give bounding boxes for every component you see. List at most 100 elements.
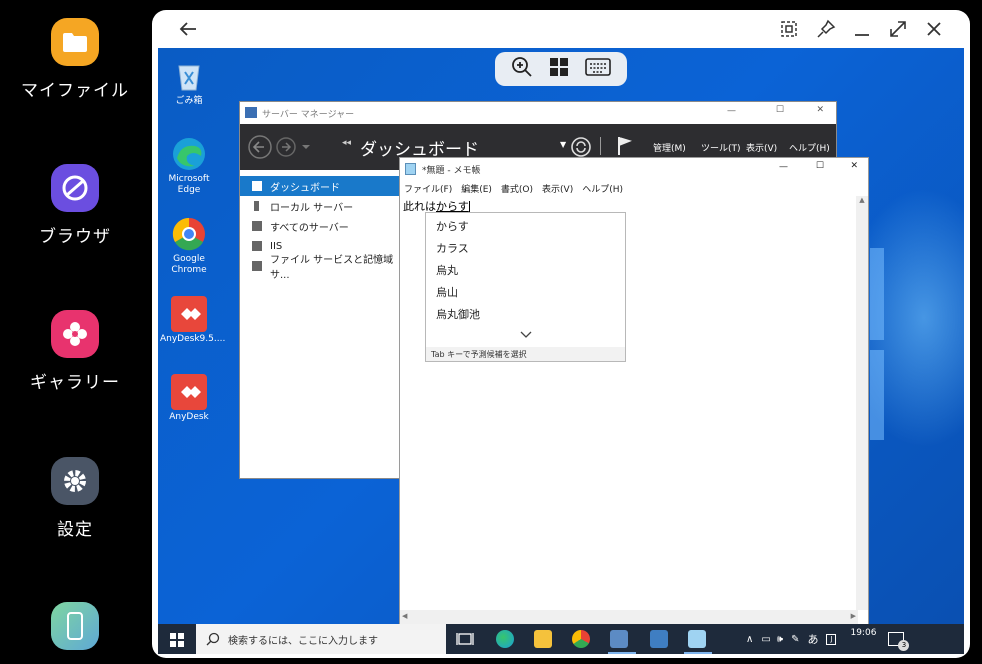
dock-app-settings[interactable]: 設定 <box>0 457 150 540</box>
volume-icon[interactable]: 🕪 <box>777 634 783 645</box>
file-explorer-icon[interactable] <box>534 630 552 648</box>
task-view-icon[interactable] <box>456 630 474 648</box>
wallpaper-logo-pane <box>870 248 884 340</box>
network-icon[interactable]: ▭ <box>761 634 770 645</box>
desktop-icon-recycle-bin[interactable]: ごみ箱 <box>160 58 218 107</box>
ime-candidate[interactable]: 烏丸御池 <box>426 303 625 325</box>
edge-icon[interactable] <box>496 630 514 648</box>
dock-label-my-files: マイファイル <box>21 81 129 101</box>
desktop-icon-label: Google Chrome <box>171 254 207 275</box>
anydesk-taskbar-icon[interactable] <box>650 630 668 648</box>
dashboard-icon <box>252 181 262 191</box>
desktop-icon-chrome[interactable]: Google Chrome <box>160 216 218 276</box>
start-icon[interactable] <box>170 632 184 651</box>
refresh-icon[interactable] <box>570 136 592 158</box>
menu-manage[interactable]: 管理(M) <box>653 141 686 154</box>
notification-center-icon[interactable]: 3 <box>888 632 910 651</box>
dock-app-phone[interactable] <box>0 602 150 650</box>
sidebar-item-file-services[interactable]: ファイル サービスと記憶域サ... <box>240 255 402 281</box>
frame-title-bar <box>152 10 970 48</box>
remote-desktop[interactable]: ごみ箱 Microsoft Edge Google Chrome AnyDesk… <box>158 48 964 654</box>
ime-mode-indicator[interactable]: あ <box>807 631 818 647</box>
notepad-title: *無題 - メモ帳 <box>422 165 481 176</box>
dropdown-arrow-icon[interactable]: ▼ <box>560 140 566 149</box>
taskbar-search-box[interactable]: 検索するには、ここに入力します <box>196 624 446 654</box>
maximize-icon[interactable]: ☐ <box>776 105 784 115</box>
menu-file[interactable]: ファイル(F) <box>404 182 452 195</box>
menu-help[interactable]: ヘルプ(H) <box>582 182 623 195</box>
search-placeholder: 検索するには、ここに入力します <box>228 635 378 647</box>
dock-label-gallery: ギャラリー <box>30 373 120 393</box>
notepad-icon[interactable] <box>688 630 706 648</box>
nav-back-forward-icon[interactable] <box>248 135 318 159</box>
ime-candidate[interactable]: カラス <box>426 237 625 259</box>
menu-tools[interactable]: ツール(T) <box>701 141 741 154</box>
ime-candidate[interactable]: 烏丸 <box>426 259 625 281</box>
host-dock: マイファイル ブラウザ ギャラリー 設定 <box>0 0 150 664</box>
ime-candidate[interactable]: からす <box>426 215 625 237</box>
recycle-bin-icon <box>171 58 207 94</box>
desktop-icon-edge[interactable]: Microsoft Edge <box>160 136 218 196</box>
server-manager-titlebar[interactable]: サーバー マネージャー — ☐ ✕ <box>240 102 836 124</box>
ime-candidate[interactable]: 烏山 <box>426 281 625 303</box>
close-icon[interactable] <box>922 17 946 41</box>
minimize-icon[interactable] <box>850 17 874 41</box>
dock-app-my-files[interactable]: マイファイル <box>0 18 150 101</box>
phone-icon <box>51 602 99 650</box>
notepad-window[interactable]: *無題 - メモ帳 — ☐ ✕ ファイル(F) 編集(E) 書式(O) 表示(V… <box>399 157 869 625</box>
minimize-icon[interactable]: — <box>727 106 736 116</box>
clock-time[interactable]: 19:06 <box>850 628 876 638</box>
windows-icon[interactable] <box>549 57 569 81</box>
screenshot-icon[interactable] <box>777 17 801 41</box>
close-icon[interactable]: ✕ <box>850 161 858 171</box>
menu-help[interactable]: ヘルプ(H) <box>789 141 830 154</box>
maximize-icon[interactable]: ☐ <box>816 161 824 171</box>
dock-app-gallery[interactable]: ギャラリー <box>0 310 150 393</box>
sidebar-item-all-servers[interactable]: すべてのサーバー <box>240 216 402 236</box>
minimize-icon[interactable]: — <box>779 162 788 172</box>
pin-icon[interactable] <box>814 17 838 41</box>
desktop-icon-anydesk-installer[interactable]: AnyDesk9.5.... <box>160 296 225 345</box>
zoom-in-icon[interactable] <box>511 56 533 82</box>
menu-view[interactable]: 表示(V) <box>746 141 777 154</box>
sidebar-item-dashboard[interactable]: ダッシュボード <box>240 176 402 196</box>
show-hidden-icons-icon[interactable]: ∧ <box>746 634 753 645</box>
desktop-icon-label: ごみ箱 <box>175 96 203 106</box>
pen-icon[interactable]: ✎ <box>791 634 799 645</box>
settings-icon <box>51 457 99 505</box>
anydesk-icon <box>171 296 207 332</box>
desktop-icon-anydesk[interactable]: AnyDesk <box>160 374 218 423</box>
taskbar: 検索するには、ここに入力します ∧ ▭ 🕪 ✎ あ J 19:06 3 <box>158 624 964 654</box>
keyboard-icon[interactable] <box>585 58 611 80</box>
chrome-icon[interactable] <box>572 630 590 648</box>
notepad-titlebar[interactable]: *無題 - メモ帳 — ☐ ✕ <box>400 158 868 180</box>
server-manager-title: サーバー マネージャー <box>262 109 355 120</box>
active-indicator <box>608 652 636 654</box>
server-manager-icon[interactable] <box>610 630 628 648</box>
maximize-icon[interactable] <box>886 17 910 41</box>
dock-app-browser[interactable]: ブラウザ <box>0 164 150 247</box>
notification-flag-icon[interactable] <box>616 135 632 157</box>
iis-icon <box>252 241 262 251</box>
file-services-icon <box>252 261 262 271</box>
folder-icon <box>51 18 99 66</box>
servers-icon <box>252 221 262 231</box>
ime-pad-icon[interactable]: J <box>826 633 837 645</box>
menu-format[interactable]: 書式(O) <box>501 182 533 195</box>
active-indicator <box>684 652 712 654</box>
sidebar-item-label: すべてのサーバー <box>270 222 349 234</box>
sidebar-item-label: ファイル サービスと記憶域サ... <box>270 255 394 281</box>
horizontal-scrollbar[interactable]: ◀ ▶ <box>400 610 858 624</box>
server-icon <box>254 201 259 211</box>
anydesk-icon <box>171 374 207 410</box>
menu-view[interactable]: 表示(V) <box>542 182 573 195</box>
sidebar-item-local-server[interactable]: ローカル サーバー <box>240 196 402 216</box>
menu-edit[interactable]: 編集(E) <box>461 182 492 195</box>
close-icon[interactable]: ✕ <box>816 105 824 115</box>
sidebar-item-label: ローカル サーバー <box>270 202 354 214</box>
vertical-scrollbar[interactable]: ▲ <box>856 196 868 610</box>
dock-label-settings: 設定 <box>57 520 93 540</box>
expand-chevron-icon[interactable] <box>426 325 625 343</box>
desktop-icon-label: Microsoft Edge <box>168 174 210 195</box>
back-icon[interactable] <box>176 17 200 41</box>
